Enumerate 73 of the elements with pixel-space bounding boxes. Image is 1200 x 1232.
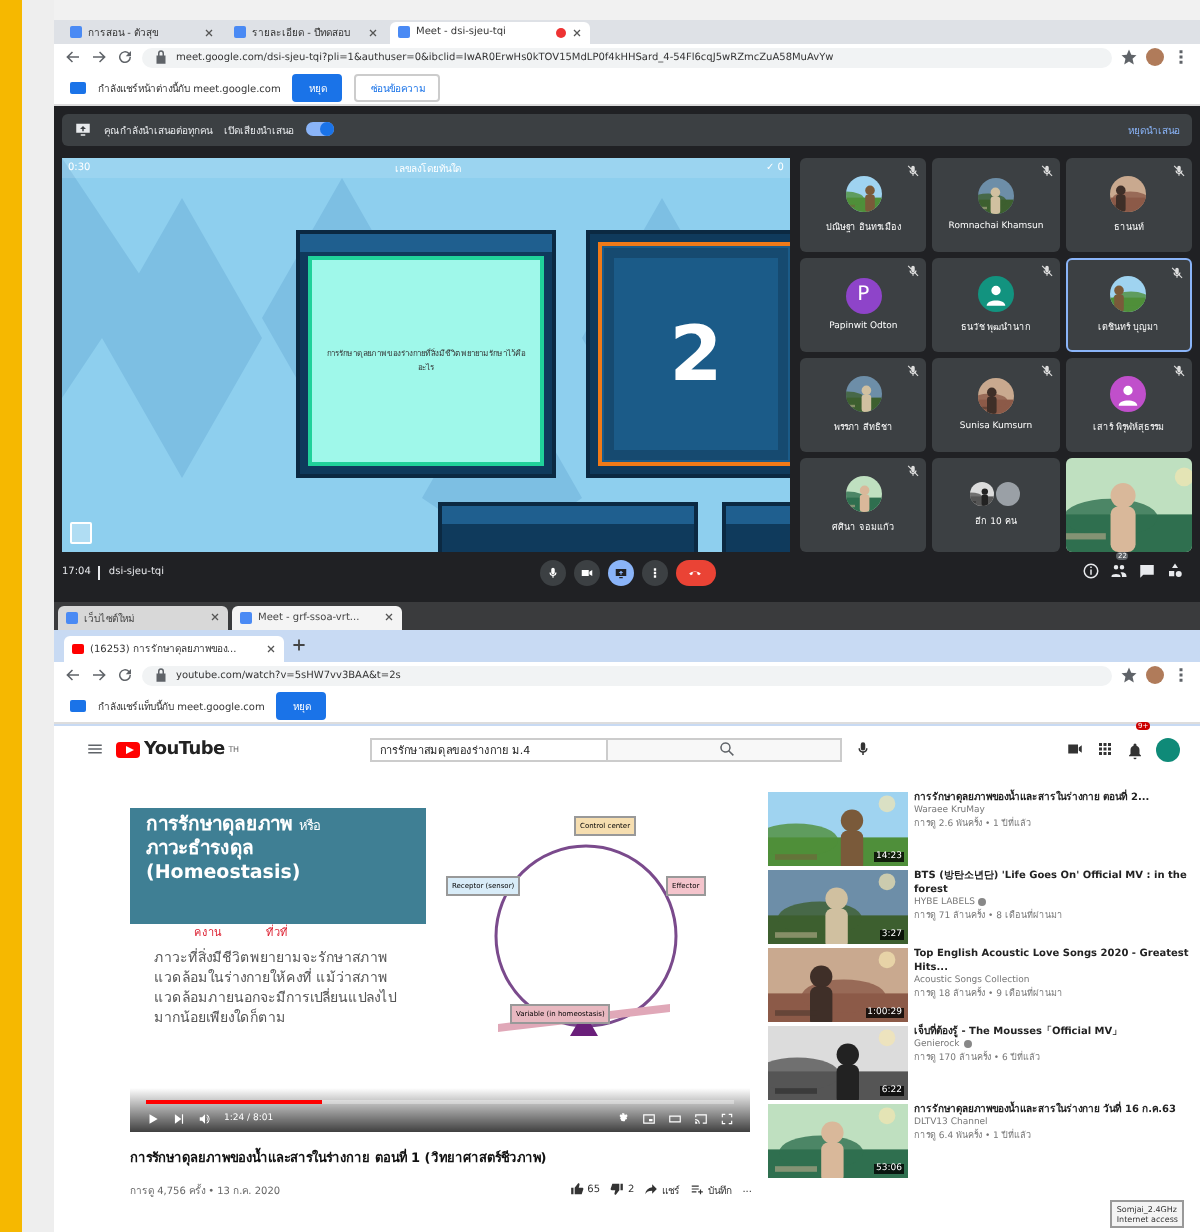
reload-icon[interactable] xyxy=(116,48,134,67)
lock-icon[interactable] xyxy=(152,666,170,685)
new-tab-icon[interactable] xyxy=(292,638,306,653)
mic-off-icon xyxy=(1039,263,1054,278)
mic-off-icon xyxy=(1039,163,1054,178)
mic-off-icon xyxy=(906,163,921,178)
camera-icon[interactable] xyxy=(579,565,593,580)
share-icon[interactable] xyxy=(644,1182,659,1197)
close-icon[interactable] xyxy=(572,27,582,38)
participant-tile[interactable] xyxy=(1065,457,1192,552)
microphone-button[interactable] xyxy=(539,559,565,586)
mic-off-icon xyxy=(906,363,921,378)
cast-icon[interactable] xyxy=(694,1111,708,1126)
bookmark-star-icon[interactable] xyxy=(1120,48,1138,67)
profile-avatar[interactable] xyxy=(1146,666,1164,685)
profile-avatar[interactable] xyxy=(1146,48,1164,67)
slide-english-title: (Homeostasis) xyxy=(146,861,303,886)
recording-dot xyxy=(556,27,566,38)
screen-share-icon xyxy=(70,699,86,712)
close-icon[interactable] xyxy=(210,612,220,623)
forward-icon[interactable] xyxy=(90,666,108,685)
screen-share-icon xyxy=(70,81,86,94)
card-number: 2 xyxy=(669,309,723,398)
close-icon[interactable] xyxy=(266,643,276,654)
mic-off-icon xyxy=(1171,163,1186,178)
close-icon[interactable] xyxy=(204,27,214,38)
settings-icon[interactable] xyxy=(616,1111,630,1126)
camera-button[interactable] xyxy=(573,559,599,586)
video-camera-icon[interactable] xyxy=(1066,740,1084,759)
search-icon[interactable] xyxy=(718,740,737,759)
chat-icon[interactable] xyxy=(1138,561,1156,580)
notifications-icon[interactable] xyxy=(1126,742,1144,761)
people-icon[interactable] xyxy=(1110,561,1128,580)
letter-avatar: P xyxy=(845,277,882,314)
present-icon[interactable] xyxy=(74,120,92,139)
next-icon[interactable] xyxy=(172,1111,186,1126)
more-button[interactable] xyxy=(641,559,667,586)
miniplayer-icon[interactable] xyxy=(642,1111,656,1126)
back-icon[interactable] xyxy=(64,48,82,67)
hang-up-button[interactable] xyxy=(675,559,715,586)
back-icon[interactable] xyxy=(64,666,82,685)
play-icon[interactable] xyxy=(146,1111,160,1126)
card-header-bar xyxy=(726,505,790,524)
thumbs-down-icon[interactable] xyxy=(610,1182,625,1197)
person-avatar xyxy=(996,481,1021,506)
fullscreen-icon[interactable] xyxy=(720,1111,734,1126)
mic-off-icon xyxy=(906,263,921,278)
menu-icon[interactable] xyxy=(86,740,104,759)
mic-off-icon xyxy=(1169,265,1184,280)
activities-icon[interactable] xyxy=(1166,561,1184,580)
mic-off-icon xyxy=(1171,363,1186,378)
theater-icon[interactable] xyxy=(668,1111,682,1126)
audio-toggle[interactable] xyxy=(306,122,334,137)
forward-icon[interactable] xyxy=(90,48,108,67)
thumbs-up-icon[interactable] xyxy=(569,1182,584,1197)
save-icon[interactable] xyxy=(690,1182,705,1197)
close-icon[interactable] xyxy=(384,612,394,623)
microphone-icon[interactable] xyxy=(854,740,873,759)
apps-grid-icon[interactable] xyxy=(1096,740,1114,759)
close-icon[interactable] xyxy=(368,27,378,38)
mic-off-icon xyxy=(906,463,921,478)
hang-up-icon[interactable] xyxy=(688,565,702,580)
present-icon[interactable] xyxy=(613,565,627,580)
info-icon[interactable] xyxy=(1082,561,1100,580)
mic-off-icon xyxy=(1039,363,1054,378)
reload-icon[interactable] xyxy=(116,666,134,685)
bookmark-star-icon[interactable] xyxy=(1120,666,1138,685)
volume-icon[interactable] xyxy=(198,1111,212,1126)
lock-icon[interactable] xyxy=(152,48,170,67)
account-avatar[interactable] xyxy=(1156,737,1180,762)
present-button[interactable] xyxy=(607,559,633,586)
mic-icon[interactable] xyxy=(545,565,559,580)
slide-subtitle: ภาวะธำรงดุล xyxy=(146,837,254,862)
